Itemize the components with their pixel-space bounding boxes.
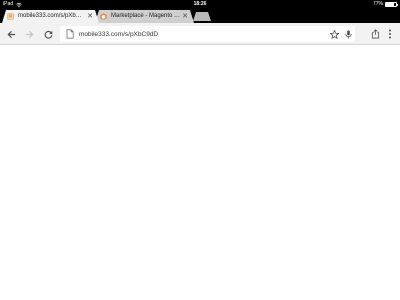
status-right: 77% [372,0,398,9]
new-tab-button[interactable] [193,12,211,21]
share-icon[interactable] [367,26,383,42]
battery-icon [385,2,398,7]
browser-toolbar: mobile333.com/s/pXbC9dD [0,23,400,45]
tab-marketplace[interactable]: Marketplace - Magento Comm ✕ [95,10,194,23]
tab-strip: Marketplace - Magento Comm ✕ mobile333.c… [0,9,400,23]
status-time: 18:26 [193,1,207,7]
star-icon[interactable] [327,27,341,41]
forward-arrow-icon[interactable] [21,26,37,42]
reload-icon[interactable] [40,26,56,42]
menu-icon[interactable] [382,26,398,42]
tab-mobile333[interactable]: mobile333.com/s/pXbC9dD ✕ [2,10,99,23]
battery-fill [386,3,394,6]
url-text[interactable]: mobile333.com/s/pXbC9dD [79,31,327,38]
back-arrow-icon[interactable] [3,26,19,42]
magento-icon [100,13,107,20]
battery-percent: 77% [372,1,383,7]
close-icon[interactable]: ✕ [86,10,94,23]
tab-title: Marketplace - Magento Comm [111,13,181,19]
page-icon [66,29,74,39]
close-icon[interactable]: ✕ [181,10,189,23]
address-bar[interactable]: mobile333.com/s/pXbC9dD [60,26,355,42]
tab-title: mobile333.com/s/pXbC9dD [18,13,86,19]
page-content [0,45,400,300]
doc-icon [7,13,14,20]
ios-status-bar: iPad 18:26 77% [0,0,400,9]
mic-icon[interactable] [341,27,355,41]
